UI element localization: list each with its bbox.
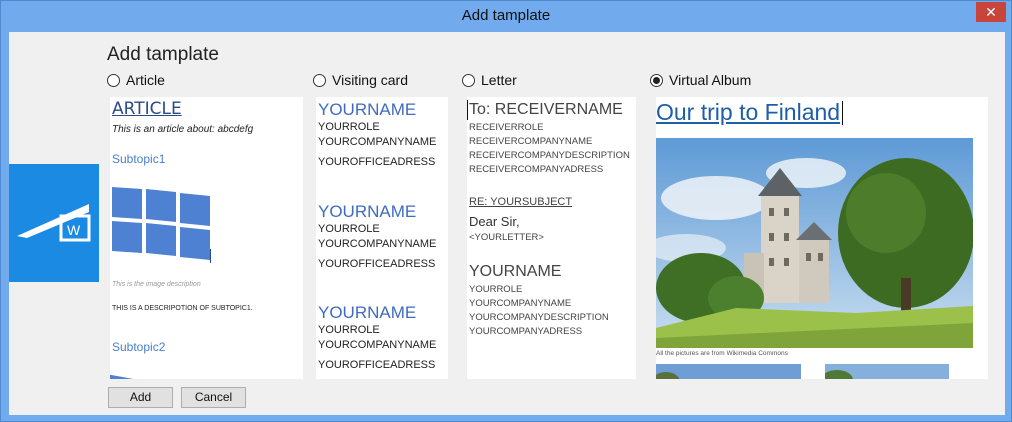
cancel-button[interactable]: Cancel — [181, 387, 246, 408]
letter-receiver-line: RECEIVERCOMPANYADRESS — [469, 164, 604, 175]
letter-sender-line: YOURCOMPANYADRESS — [469, 326, 583, 337]
dialog-heading: Add tamplate — [107, 44, 219, 65]
album-caption: All the pictures are from Wikimedia Comm… — [656, 350, 788, 357]
radio-virtual-album-indicator[interactable] — [650, 73, 663, 87]
radio-letter-label: Letter — [481, 72, 517, 88]
radio-letter-indicator[interactable] — [462, 73, 475, 87]
album-thumbnail-2 — [825, 364, 949, 379]
letter-sender-line: YOURROLE — [469, 284, 523, 295]
text-cursor — [842, 101, 843, 125]
card-2-office: YOUROFFICEADRESS — [318, 258, 436, 270]
windows-logo-image — [112, 187, 211, 263]
castle-photo — [656, 138, 973, 348]
letter-sender-line: YOURCOMPANYNAME — [469, 298, 572, 309]
letter-receiver-line: RECEIVERCOMPANYNAME — [469, 136, 593, 147]
letter-receiver-block: RECEIVERROLE RECEIVERCOMPANYNAME RECEIVE… — [469, 121, 630, 177]
radio-letter[interactable]: Letter — [462, 72, 517, 88]
radio-visiting-card-label: Visiting card — [332, 72, 409, 88]
article-image-caption: This is the image description — [112, 281, 201, 288]
article-image-fragment — [110, 374, 150, 379]
title-bar[interactable]: Add tamplate ✕ — [1, 1, 1011, 31]
visiting-card-preview[interactable]: YOURNAME YOURROLE YOURCOMPANYNAME YOUROF… — [316, 97, 448, 379]
article-preview[interactable]: ARTICLE This is an article about: abcdef… — [110, 97, 303, 379]
virtual-album-preview[interactable]: Our trip to Finland All the pictures are… — [656, 97, 988, 379]
article-subtopic2: Subtopic2 — [112, 340, 166, 354]
dialog-window: Add tamplate ✕ W Add tamplate Article Vi… — [0, 0, 1012, 422]
radio-visiting-card[interactable]: Visiting card — [313, 72, 408, 88]
close-button[interactable]: ✕ — [976, 2, 1006, 22]
article-title: ARTICLE — [112, 99, 182, 119]
word-logo: W — [9, 164, 99, 282]
window-title: Add tamplate — [461, 7, 551, 24]
article-subtopic1: Subtopic1 — [112, 152, 166, 166]
card-1: YOURNAME YOURROLE YOURCOMPANYNAME YOUROF… — [318, 100, 436, 170]
letter-receiver-line: RECEIVERROLE — [469, 122, 544, 133]
letter-sender-line: YOURCOMPANYDESCRIPTION — [469, 312, 609, 323]
letter-sender-name: YOURNAME — [469, 263, 562, 280]
letter-subject: RE: YOURSUBJECT — [469, 196, 573, 208]
radio-article-label: Article — [126, 72, 165, 88]
card-1-role: YOURROLE — [318, 121, 380, 133]
letter-receiver-line: RECEIVERCOMPANYDESCRIPTION — [469, 150, 630, 161]
card-1-company: YOURCOMPANYNAME — [318, 136, 437, 148]
card-3-role: YOURROLE — [318, 324, 380, 336]
card-2-company: YOURCOMPANYNAME — [318, 238, 437, 250]
radio-virtual-album[interactable]: Virtual Album — [650, 72, 751, 88]
letter-sender-block: YOURROLE YOURCOMPANYNAME YOURCOMPANYDESC… — [469, 283, 609, 339]
radio-article[interactable]: Article — [107, 72, 165, 88]
add-button[interactable]: Add — [108, 387, 173, 408]
radio-virtual-album-label: Virtual Album — [669, 72, 752, 88]
card-2: YOURNAME YOURROLE YOURCOMPANYNAME YOUROF… — [318, 202, 436, 272]
radio-article-indicator[interactable] — [107, 73, 120, 87]
radio-visiting-card-indicator[interactable] — [313, 73, 326, 87]
article-subtopic-text: THIS IS A DESCRIPOTION OF SUBTOPIC1. — [112, 305, 253, 312]
article-description: This is an article about: abcdefg — [112, 124, 254, 135]
letter-to: To: RECEIVERNAME — [469, 101, 623, 118]
letter-salutation: Dear Sir, — [469, 214, 520, 229]
card-3-office: YOUROFFICEADRESS — [318, 359, 436, 371]
letter-preview[interactable]: To: RECEIVERNAME RECEIVERROLE RECEIVERCO… — [467, 97, 636, 379]
card-1-office: YOUROFFICEADRESS — [318, 156, 436, 168]
dialog-client-area: W Add tamplate Article Visiting card Let… — [9, 32, 1005, 415]
close-icon: ✕ — [985, 4, 997, 20]
card-2-name: YOURNAME — [318, 202, 417, 221]
letter-body: <YOURLETTER> — [469, 232, 544, 243]
word-logo-icon: W — [9, 164, 99, 282]
card-1-name: YOURNAME — [318, 100, 417, 119]
card-3: YOURNAME YOURROLE YOURCOMPANYNAME YOUROF… — [318, 303, 436, 373]
album-title: Our trip to Finland — [656, 99, 841, 125]
album-thumbnail-1 — [656, 364, 801, 379]
card-2-role: YOURROLE — [318, 223, 380, 235]
logo-letter: W — [67, 222, 81, 238]
card-3-company: YOURCOMPANYNAME — [318, 339, 437, 351]
card-3-name: YOURNAME — [318, 303, 417, 322]
text-cursor — [467, 100, 468, 120]
